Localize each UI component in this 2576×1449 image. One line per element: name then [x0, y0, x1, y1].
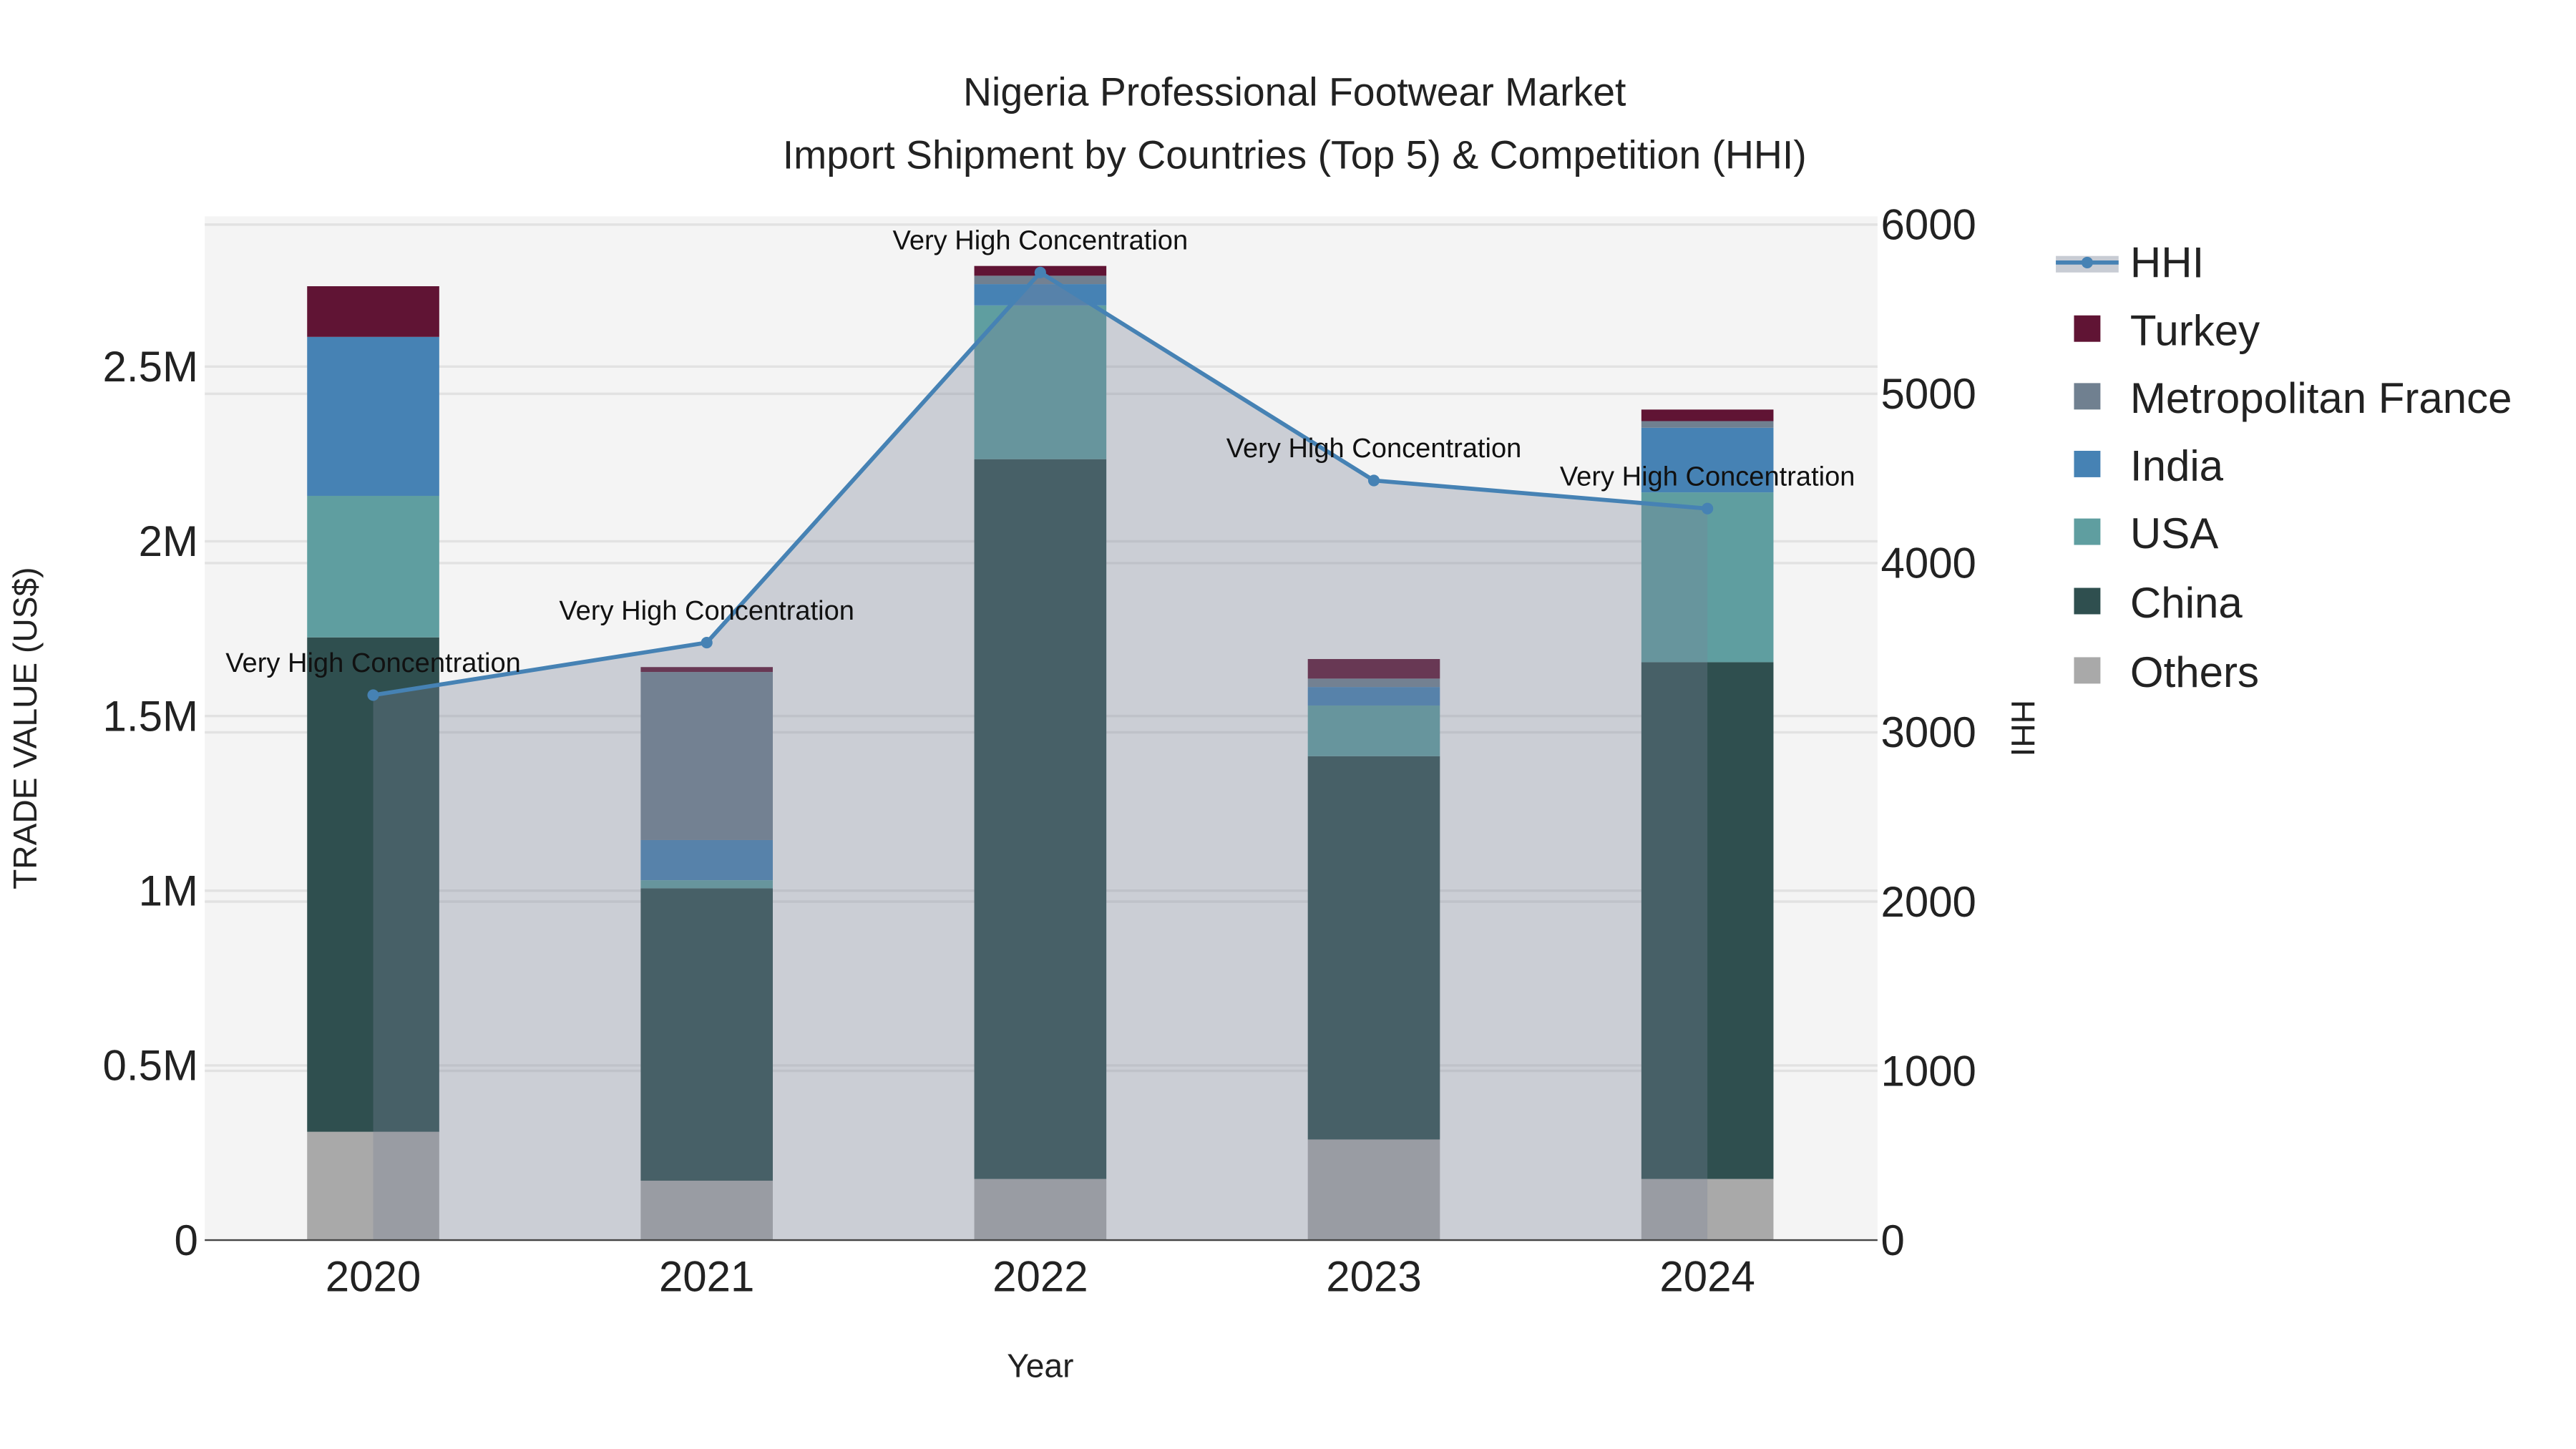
legend-label: India [2130, 442, 2224, 490]
x-tick-label: 2024 [1659, 1253, 1755, 1301]
chart-title-line2: Import Shipment by Countries (Top 5) & C… [783, 132, 1807, 177]
bar-metropolitan-france [1641, 421, 1774, 428]
y2-tick-label: 0 [1880, 1216, 1904, 1264]
hhi-annotation: Very High Concentration [1226, 434, 1522, 464]
legend-item-turkey[interactable]: Turkey [2074, 306, 2260, 354]
legend-label: Metropolitan France [2130, 374, 2512, 422]
legend: HHI Turkey Metropolitan France India USA… [2056, 239, 2512, 696]
hhi-annotation: Very High Concentration [225, 648, 521, 678]
hhi-point [701, 637, 713, 649]
legend-item-china[interactable]: China [2074, 579, 2243, 627]
y2-tick-label: 6000 [1880, 201, 1976, 249]
y2-tick-label: 2000 [1880, 878, 1976, 926]
bar-turkey [1641, 409, 1774, 421]
legend-swatch [2074, 518, 2101, 545]
legend-marker [2081, 256, 2093, 268]
legend-item-hhi[interactable]: HHI [2056, 239, 2204, 287]
x-tick-label: 2021 [659, 1253, 754, 1301]
legend-swatch [2074, 315, 2101, 342]
hhi-point [367, 689, 379, 701]
y2-tick-label: 1000 [1880, 1047, 1976, 1095]
legend-label: China [2130, 579, 2243, 627]
legend-item-metropolitan-france[interactable]: Metropolitan France [2074, 374, 2512, 422]
hhi-point [1367, 474, 1380, 487]
y-tick-label: 1M [139, 867, 198, 915]
legend-label: HHI [2130, 239, 2204, 287]
legend-swatch [2074, 383, 2101, 410]
hhi-annotation: Very High Concentration [893, 225, 1189, 255]
legend-label: Turkey [2130, 306, 2260, 354]
x-axis-title: Year [1007, 1347, 1073, 1385]
x-tick-label: 2022 [992, 1253, 1088, 1301]
bar-usa [307, 495, 439, 638]
y-axis-title: TRADE VALUE (US$) [6, 567, 44, 889]
y2-axis-title: HHI [2004, 700, 2041, 756]
legend-item-india[interactable]: India [2074, 442, 2224, 490]
y2-tick-label: 5000 [1880, 370, 1976, 418]
legend-label: Others [2130, 648, 2259, 696]
hhi-annotation: Very High Concentration [559, 596, 854, 626]
x-tick-label: 2020 [326, 1253, 421, 1301]
legend-item-others[interactable]: Others [2074, 648, 2259, 696]
chart-title-line1: Nigeria Professional Footwear Market [963, 70, 1626, 114]
legend-swatch [2074, 587, 2101, 615]
hhi-point [1034, 266, 1046, 278]
bar-turkey [307, 286, 439, 337]
hhi-annotation: Very High Concentration [1560, 462, 1855, 492]
y2-tick-label: 4000 [1880, 540, 1976, 587]
legend-item-usa[interactable]: USA [2074, 509, 2218, 557]
y-tick-label: 1.5M [103, 692, 198, 740]
legend-label: USA [2130, 509, 2218, 557]
x-tick-label: 2023 [1326, 1253, 1421, 1301]
legend-swatch [2074, 451, 2101, 477]
y-tick-label: 0 [175, 1216, 198, 1264]
legend-swatch [2074, 657, 2101, 684]
chart: Very High Concentration Very High Concent… [6, 70, 2512, 1385]
y2-tick-label: 3000 [1880, 708, 1976, 756]
bar-india [307, 336, 439, 496]
y-tick-label: 0.5M [103, 1042, 198, 1090]
y-tick-label: 2M [139, 517, 198, 565]
y-tick-label: 2.5M [103, 343, 198, 391]
hhi-point [1702, 502, 1714, 514]
